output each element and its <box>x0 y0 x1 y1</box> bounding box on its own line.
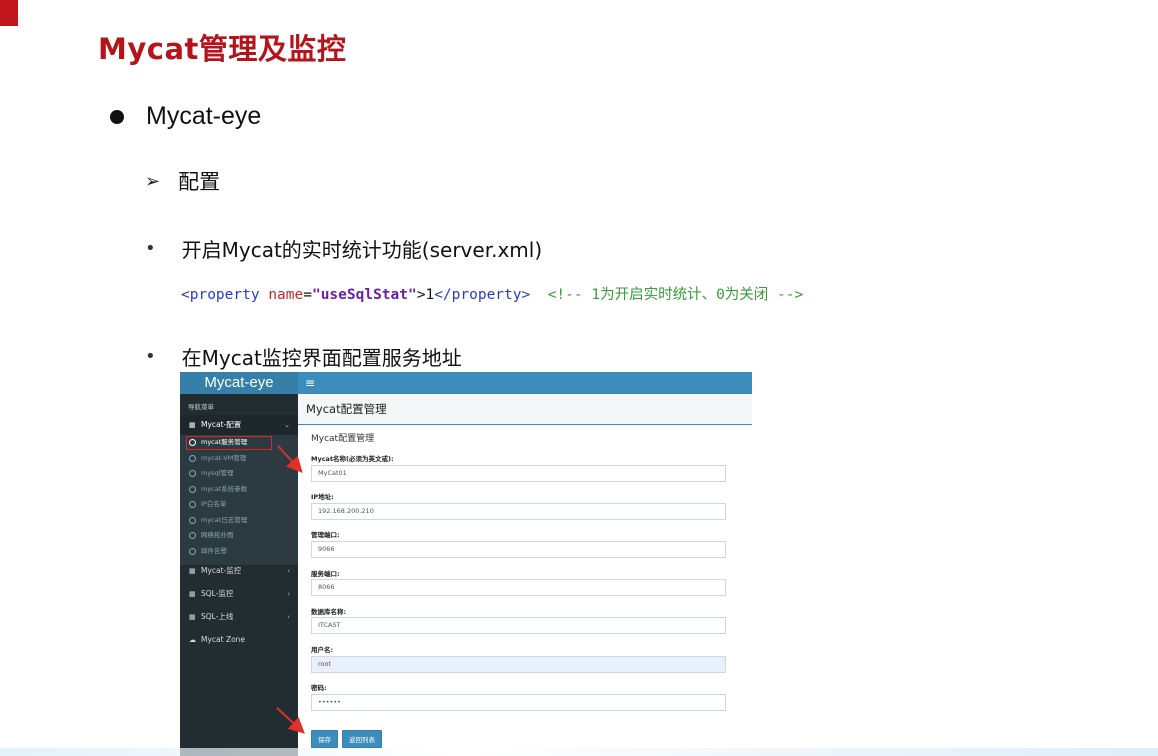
field-label-ip: IP地址: <box>311 493 334 501</box>
circle-icon <box>189 516 196 524</box>
sidebar-group-label: Mycat-配置 <box>201 420 242 429</box>
sidebar-item-label: mycat系统参数 <box>201 484 248 493</box>
sidebar-item-label: 网络拓扑图 <box>201 531 234 539</box>
sidebar-group-label: SQL-监控 <box>201 589 234 598</box>
sidebar-group-sql-online[interactable]: ▦ SQL-上线 ‹ <box>180 607 298 627</box>
sidebar-item-mysql[interactable]: mysql管理 <box>180 466 298 481</box>
bullet-l2-text: 配置 <box>178 170 221 194</box>
field-label-password: 密码: <box>311 684 327 692</box>
sidebar-item-label: IP白名单 <box>201 500 227 508</box>
chevron-left-icon: ‹ <box>287 590 290 598</box>
chevron-down-icon: ⌄ <box>284 421 290 429</box>
bottom-decoration <box>0 748 1158 756</box>
sidebar-item-topology[interactable]: 网络拓扑图 <box>180 528 298 543</box>
ip-address-input[interactable]: 192.168.200.210 <box>311 503 726 520</box>
sidebar-item-mycat-vm[interactable]: mycat-VM管理 <box>180 451 298 466</box>
cloud-icon: ☁ <box>189 636 196 644</box>
bullet-enable-stat: • 开启Mycat的实时统计功能(server.xml) <box>145 234 542 263</box>
sidebar-item-label: 邮件告警 <box>201 546 227 555</box>
save-button[interactable]: 保存 <box>311 730 338 748</box>
mycat-name-input[interactable]: MyCat01 <box>311 465 726 482</box>
sidebar-item-label: mysql管理 <box>201 469 234 477</box>
sidebar-item-mail-alert[interactable]: 邮件告警 <box>180 544 298 559</box>
arrow-bullet-icon: ➢ <box>145 170 161 192</box>
username-input[interactable]: root <box>311 656 726 673</box>
code-attr: name <box>268 287 304 303</box>
bullet-config: ➢ 配置 <box>145 166 220 196</box>
sidebar-group-label: Mycat-监控 <box>201 566 242 575</box>
circle-icon <box>189 470 196 477</box>
sidebar-group-label: SQL-上线 <box>201 612 234 621</box>
code-comment: <!-- 1为开启实时统计、0为关闭 --> <box>547 287 804 303</box>
back-to-list-button[interactable]: 返回列表 <box>342 730 382 748</box>
sidebar-submenu: mycat服务管理 mycat-VM管理 mysql管理 mycat系统参数 I… <box>180 435 298 565</box>
circle-icon <box>189 532 196 539</box>
chevron-left-icon: ‹ <box>287 613 290 621</box>
bullet-dot-icon <box>110 109 124 124</box>
field-label-mycat-name: Mycat名称(必须为英文或): <box>311 455 394 463</box>
bullet-mycat-eye: Mycat-eye <box>110 102 261 131</box>
top-navbar: Mycat-eye ≡ <box>180 372 752 394</box>
admin-port-input[interactable]: 9066 <box>311 541 726 558</box>
small-dot-icon: • <box>145 346 156 367</box>
password-input[interactable]: •••••• <box>311 694 726 711</box>
service-port-input[interactable]: 8066 <box>311 579 726 596</box>
slide-title: Mycat管理及监控 <box>98 32 347 66</box>
sidebar-group-zone[interactable]: ☁ Mycat Zone <box>180 630 298 650</box>
code-tag-close: </property> <box>434 287 531 303</box>
sidebar-item-system-params[interactable]: mycat系统参数 <box>180 482 298 497</box>
field-label-service-port: 服务端口: <box>311 570 340 578</box>
nav-header: 导航菜单 <box>188 403 214 411</box>
chevron-left-icon: ‹ <box>287 567 290 575</box>
sidebar-item-logs[interactable]: mycat日志管理 <box>180 513 298 528</box>
brand-logo[interactable]: Mycat-eye <box>180 372 298 394</box>
sidebar-item-label: mycat-VM管理 <box>201 453 247 462</box>
bullet-enable-stat-text: 开启Mycat的实时统计功能(server.xml) <box>181 238 543 262</box>
page-title: Mycat配置管理 <box>306 402 387 416</box>
field-label-admin-port: 管理端口: <box>311 531 340 539</box>
grid-icon: ▦ <box>189 613 196 621</box>
sidebar-item-ip-whitelist[interactable]: IP白名单 <box>180 497 298 512</box>
bullet-monitor-config: • 在Mycat监控界面配置服务地址 <box>145 342 462 371</box>
code-value: "useSqlStat" <box>311 287 417 303</box>
code-snippet: <property name="useSqlStat">1</property>… <box>181 283 803 304</box>
sidebar-group-monitor[interactable]: ▦ Mycat-监控 ‹ <box>180 561 298 581</box>
mycat-eye-screenshot: Mycat-eye ≡ 导航菜单 ▦ Mycat-配置 ⌄ mycat服务管理 … <box>180 372 752 756</box>
code-tag-open: <property <box>181 287 260 303</box>
corner-accent <box>0 0 18 26</box>
sidebar-group-sql-monitor[interactable]: ▦ SQL-监控 ‹ <box>180 584 298 604</box>
sidebar: 导航菜单 ▦ Mycat-配置 ⌄ mycat服务管理 mycat-VM管理 m… <box>180 394 298 756</box>
field-label-db-name: 数据库名称: <box>311 608 347 616</box>
bullet-l1-text: Mycat-eye <box>146 102 262 130</box>
sidebar-group-config[interactable]: ▦ Mycat-配置 ⌄ <box>180 415 298 435</box>
content-header: Mycat配置管理 <box>298 394 752 425</box>
circle-icon <box>189 501 196 508</box>
circle-icon <box>189 547 196 555</box>
code-eq: = <box>303 287 312 303</box>
grid-icon: ▦ <box>189 567 196 575</box>
box-title: Mycat配置管理 <box>311 434 375 444</box>
sidebar-item-label: mycat日志管理 <box>201 515 248 524</box>
menu-toggle-icon[interactable]: ≡ <box>305 372 315 394</box>
circle-icon <box>189 454 196 462</box>
code-text: 1 <box>425 287 435 303</box>
field-label-username: 用户名: <box>311 646 334 654</box>
grid-icon: ▦ <box>189 421 196 429</box>
circle-icon <box>189 485 196 493</box>
small-dot-icon: • <box>145 238 156 259</box>
highlight-box <box>186 436 272 450</box>
bullet-monitor-config-text: 在Mycat监控界面配置服务地址 <box>181 346 462 370</box>
sidebar-group-label: Mycat Zone <box>201 635 246 644</box>
db-name-input[interactable]: ITCAST <box>311 617 726 634</box>
main-content: Mycat配置管理 Mycat配置管理 Mycat名称(必须为英文或): MyC… <box>298 394 752 756</box>
grid-icon: ▦ <box>189 590 196 598</box>
